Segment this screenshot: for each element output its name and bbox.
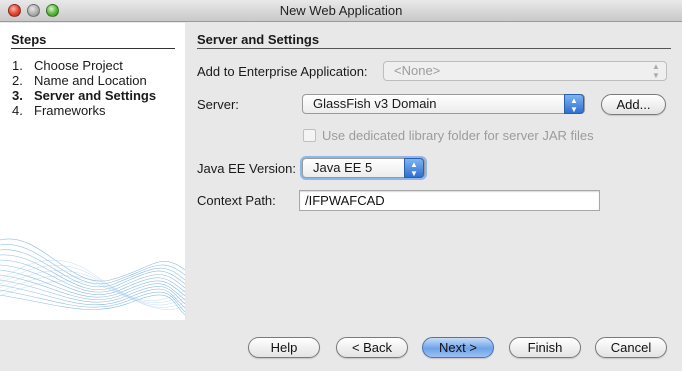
step-item: 4. Frameworks: [12, 103, 106, 118]
java-ee-version-value: Java EE 5: [313, 160, 373, 175]
section-heading: Server and Settings: [197, 32, 320, 47]
context-path-input[interactable]: [299, 190, 600, 211]
title-bar: New Web Application: [0, 0, 682, 22]
next-button[interactable]: Next >: [422, 337, 494, 358]
steps-panel: Steps 1. Choose Project 2. Name and Locati…: [0, 23, 185, 320]
step-item: 1. Choose Project: [12, 58, 123, 73]
steps-divider: [11, 48, 175, 49]
updown-arrows-icon: ▲ ▼: [404, 158, 424, 178]
section-divider: [197, 48, 671, 49]
step-item-current: 3. Server and Settings: [12, 88, 157, 103]
enterprise-app-label: Add to Enterprise Application:: [197, 64, 368, 79]
dedicated-library-label: Use dedicated library folder for server …: [322, 128, 594, 143]
updown-arrows-icon: ▲ ▼: [564, 94, 584, 114]
java-ee-version-label: Java EE Version:: [197, 161, 296, 176]
context-path-label: Context Path:: [197, 193, 276, 208]
back-button[interactable]: < Back: [336, 337, 408, 358]
decorative-wave-graphic: [0, 238, 185, 316]
step-item: 2. Name and Location: [12, 73, 147, 88]
window-title: New Web Application: [279, 3, 403, 18]
add-server-button[interactable]: Add...: [601, 94, 666, 115]
enterprise-app-value: <None>: [394, 63, 441, 78]
steps-list: 1. Choose Project 2. Name and Location 3. S…: [12, 58, 156, 118]
dedicated-library-checkbox[interactable]: [303, 129, 316, 142]
help-button[interactable]: Help: [248, 337, 320, 358]
server-value: GlassFish v3 Domain: [313, 96, 437, 111]
updown-arrows-icon: ▲ ▼: [652, 62, 660, 80]
steps-heading: Steps: [11, 32, 47, 47]
enterprise-app-dropdown[interactable]: <None> ▲ ▼: [383, 61, 667, 81]
server-label: Server:: [197, 97, 239, 112]
server-dropdown[interactable]: GlassFish v3 Domain ▲ ▼: [302, 94, 585, 114]
finish-button[interactable]: Finish: [509, 337, 581, 358]
java-ee-version-dropdown[interactable]: Java EE 5 ▲ ▼: [302, 158, 425, 178]
cancel-button[interactable]: Cancel: [595, 337, 667, 358]
